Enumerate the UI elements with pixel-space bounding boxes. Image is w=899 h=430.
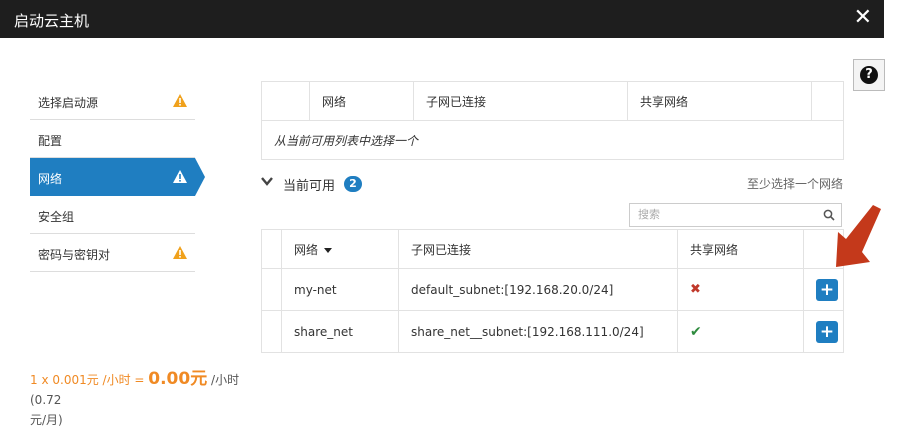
arrow-icon [836,205,881,267]
help-button[interactable]: ? [853,59,885,91]
chevron-down-icon[interactable] [261,176,273,186]
add-network-button[interactable]: + [816,278,838,301]
empty-message: 从当前可用列表中选择一个 [261,120,844,160]
column-header-subnet: 子网已连接 [413,81,628,121]
table-row: share_net share_net__subnet:[192.168.111… [261,310,844,353]
available-title: 当前可用 [283,179,336,194]
sidebar-item-label: 安全组 [38,210,75,224]
column-header-shared: 共享网络 [627,81,812,121]
network-name: share_net [281,310,399,353]
close-icon[interactable]: ✕ [854,5,872,31]
network-name: my-net [281,268,399,311]
column-header-network[interactable]: 网络 [281,229,399,269]
warning-icon [173,94,187,107]
action-cell: + [803,310,844,353]
sidebar-item-keypair[interactable]: 密码与密钥对 [30,234,195,272]
column-header-subnet: 子网已连接 [398,229,678,269]
column-header-network: 网络 [309,81,414,121]
dialog-titlebar: 启动云主机 ✕ [0,0,884,38]
dialog-title: 启动云主机 [14,12,90,30]
sidebar-item-source[interactable]: 选择启动源 [30,82,195,120]
sidebar-item-label: 配置 [38,134,63,148]
price-formula: 1 x 0.001元 /小时 = [30,373,149,387]
sidebar-item-networks[interactable]: 网络 [30,158,205,196]
price-total: 0.00元 [148,369,208,389]
row-spacer [261,268,282,311]
add-network-button[interactable]: + [816,320,838,343]
subnet-info: default_subnet:[192.168.20.0/24] [398,268,678,311]
shared-cell: ✖ [677,268,804,311]
table-row: my-net default_subnet:[192.168.20.0/24] … [261,268,844,311]
row-spacer [261,310,282,353]
available-section-header[interactable]: 当前可用 2 至少选择一个网络 [261,172,843,196]
selection-hint: 至少选择一个网络 [746,177,843,191]
warning-icon [173,170,187,183]
sidebar-item-security-groups[interactable]: 安全组 [30,196,195,234]
action-cell: + [803,268,844,311]
sort-caret-icon[interactable] [324,247,333,253]
sidebar-item-flavor[interactable]: 配置 [30,120,195,158]
search-box[interactable] [629,203,842,227]
column-header [811,81,844,121]
shared-check-icon: ✔ [690,323,702,340]
table-header-row: 网络 子网已连接 共享网络 [261,81,844,121]
count-badge: 2 [344,176,362,192]
not-shared-icon: ✖ [690,282,701,297]
sidebar-item-label: 网络 [38,172,63,186]
column-header [261,81,310,121]
column-header [261,229,282,269]
sidebar-item-label: 密码与密钥对 [38,248,111,262]
sidebar-item-label: 选择启动源 [38,96,99,110]
column-header-shared: 共享网络 [677,229,804,269]
search-input[interactable] [636,207,820,222]
available-table: 网络 子网已连接 共享网络 my-net default_subnet:[192… [261,229,844,353]
available-networks: 网络 子网已连接 共享网络 my-net default_subnet:[192… [261,229,844,353]
subnet-info: share_net__subnet:[192.168.111.0/24] [398,310,678,353]
price-summary: 1 x 0.001元 /小时 = 0.00元 /小时 (0.72 元/月) [30,369,270,430]
allocated-table: 网络 子网已连接 共享网络 从当前可用列表中选择一个 [261,81,844,160]
empty-row: 从当前可用列表中选择一个 [261,120,844,160]
allocated-networks: 网络 子网已连接 共享网络 从当前可用列表中选择一个 [261,81,844,160]
help-icon: ? [860,66,878,84]
price-monthly: 元/月) [30,413,63,427]
column-header-label: 网络 [294,242,319,257]
warning-icon [173,246,187,259]
table-header-row: 网络 子网已连接 共享网络 [261,229,844,269]
shared-cell: ✔ [677,310,804,353]
wizard-sidebar: 选择启动源 配置 网络 安全组 密码与密钥对 [30,82,205,272]
